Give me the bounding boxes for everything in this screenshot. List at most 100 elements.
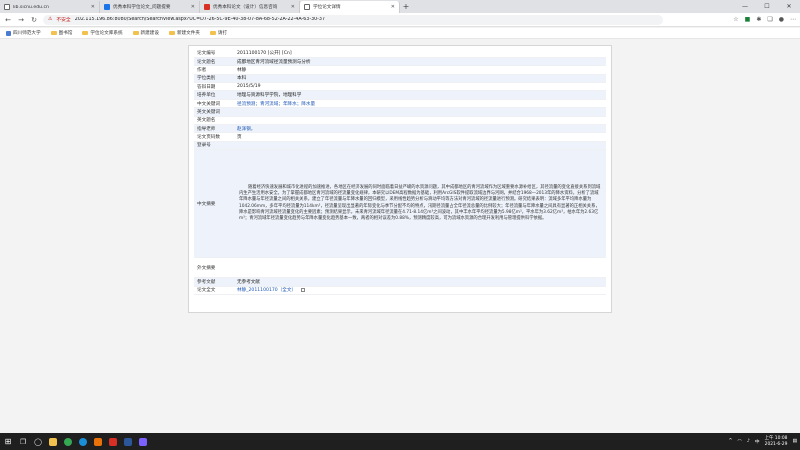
bookmark-item[interactable]: 学位论文库系统	[82, 30, 123, 36]
table-row: 参考文献 无参考文献	[194, 277, 606, 287]
site-icon	[204, 4, 210, 10]
folder-icon	[168, 30, 175, 36]
fulltext-cell: 林静_2011100170（全文）	[234, 286, 606, 295]
bookmark-item[interactable]: 图书馆	[50, 30, 72, 36]
url-field[interactable]: ⚠ 不安全 202.115.196.86:8080/Search/SearchV…	[43, 14, 663, 25]
puzzle-icon[interactable]: ✱	[756, 16, 761, 23]
bookmarks-bar: 四川师范大学 图书馆 学位论文库系统 新建建设 新建文件夹 请打	[0, 28, 800, 39]
window-controls: — ☐ ✕	[734, 0, 800, 13]
table-row: 学位类别 本科	[194, 74, 606, 84]
clock-date: 2021-6-29	[764, 441, 788, 447]
extension-icon[interactable]: ■	[745, 16, 751, 23]
bookmark-label: 请打	[217, 31, 228, 36]
browser-tab-2[interactable]: 优秀本科学位论文_问题提要 ✕	[100, 1, 200, 13]
warning-icon[interactable]: ⚠	[48, 17, 52, 22]
edge-icon[interactable]	[78, 437, 88, 447]
tab-label: 优秀本科学位论文_问题提要	[113, 5, 171, 10]
input-language[interactable]: 中	[755, 438, 760, 445]
field-label: 登录号	[194, 141, 234, 151]
minimize-icon[interactable]: —	[734, 0, 756, 13]
tab-label: 优秀本科论文（设计）信息咨询	[213, 5, 278, 10]
forward-icon[interactable]: →	[17, 16, 25, 24]
collections-icon[interactable]: ❏	[767, 16, 772, 23]
bookmark-label: 学位论文库系统	[90, 31, 123, 36]
bookmark-item[interactable]: 请打	[209, 30, 228, 36]
field-label: 英文关键词	[194, 107, 234, 117]
field-value: 林静	[234, 65, 606, 75]
field-value	[234, 107, 606, 117]
chinese-abstract-text: 随着经济快速发展和城市化进程的加速推进，各地区在经济发展的同时面临着日益严峻的水…	[239, 184, 601, 222]
site-icon	[6, 30, 11, 36]
close-icon[interactable]: ✕	[191, 4, 195, 10]
bookmark-item[interactable]: 新建文件夹	[168, 30, 200, 36]
document-icon	[304, 4, 310, 10]
bookmark-label: 新建建设	[140, 31, 159, 36]
app-icon[interactable]	[138, 437, 148, 447]
app-icon[interactable]	[93, 437, 103, 447]
table-row: 英文题名	[194, 116, 606, 126]
field-label: 英文题名	[194, 116, 234, 126]
field-label: 参考文献	[194, 277, 234, 287]
tab-label: lib.sicnu.edu.cn	[13, 4, 49, 10]
fulltext-link[interactable]: 林静_2011100170（全文）	[237, 288, 296, 293]
task-view-icon[interactable]: ❐	[18, 437, 28, 447]
field-label: 外文摘要	[194, 257, 234, 279]
table-row: 作者 林静	[194, 65, 606, 75]
table-row: 中文关键词 径流预测；青河流域；年降水；降水量	[194, 99, 606, 109]
browser-tab-1[interactable]: lib.sicnu.edu.cn ✕	[0, 1, 100, 13]
close-window-icon[interactable]: ✕	[778, 0, 800, 13]
field-label: 指导老师	[194, 124, 234, 134]
file-explorer-icon[interactable]	[48, 437, 58, 447]
table-row: 论文页码数 页	[194, 132, 606, 142]
chevron-up-icon[interactable]: ^	[729, 439, 733, 444]
field-value: 页	[234, 132, 606, 142]
folder-icon	[132, 30, 139, 36]
browser-tab-4[interactable]: 学位论文详情 ✕	[300, 1, 400, 13]
maximize-icon[interactable]: ☐	[756, 0, 778, 13]
field-label: 培养单位	[194, 90, 234, 100]
network-icon[interactable]: ◠	[738, 439, 742, 444]
clock[interactable]: 上午 10:08 2021-6-29	[765, 436, 788, 447]
field-value	[234, 257, 606, 279]
thesis-detail-table: 论文编号 2011100170 [公开] [Cn] 论文题名 成都地区青河流域径…	[194, 49, 606, 295]
table-row: 外文摘要	[194, 257, 606, 279]
field-value: 成都地区青河流域径流量预测与分析	[234, 57, 606, 67]
field-label: 论文全文	[194, 286, 234, 295]
bookmark-label: 四川师范大学	[13, 31, 41, 36]
bookmark-item[interactable]: 新建建设	[132, 30, 159, 36]
table-row: 指导老师 赵泽钢，	[194, 124, 606, 134]
table-row: 论文全文 林静_2011100170（全文）	[194, 286, 606, 295]
bookmark-item[interactable]: 四川师范大学	[6, 30, 41, 36]
search-icon[interactable]: ◯	[33, 437, 43, 447]
abstract-cell: 随着经济快速发展和城市化进程的加速推进，各地区在经济发展的同时面临着日益严峻的水…	[234, 149, 606, 259]
star-icon[interactable]: ☆	[733, 16, 738, 23]
field-value: 2015/5/19	[234, 82, 606, 92]
browser-tab-3[interactable]: 优秀本科论文（设计）信息咨询 ✕	[200, 1, 300, 13]
field-value	[234, 116, 606, 126]
chrome-icon[interactable]	[63, 437, 73, 447]
close-icon[interactable]: ✕	[91, 4, 95, 10]
windows-start-icon[interactable]: ⊞	[3, 437, 13, 447]
back-icon[interactable]: ←	[4, 16, 12, 24]
keyword-links[interactable]: 径流预测；青河流域；年降水；降水量	[234, 99, 606, 109]
word-icon[interactable]	[123, 437, 133, 447]
toolbar-extensions: ☆ ■ ✱ ❏ ● ⋯	[733, 16, 796, 23]
new-tab-button[interactable]: +	[400, 1, 412, 13]
advisor-link[interactable]: 赵泽钢，	[234, 124, 606, 134]
close-icon[interactable]: ✕	[291, 4, 295, 10]
reload-icon[interactable]: ↻	[30, 16, 38, 24]
tab-label: 学位论文详情	[313, 5, 341, 10]
volume-icon[interactable]: ♪	[747, 439, 750, 444]
folder-icon	[50, 30, 57, 36]
field-value	[234, 141, 606, 151]
thesis-detail-panel: 论文编号 2011100170 [公开] [Cn] 论文题名 成都地区青河流域径…	[188, 45, 612, 313]
app-icon[interactable]	[108, 437, 118, 447]
notification-icon[interactable]: ▤	[792, 439, 797, 444]
more-icon[interactable]: ⋯	[790, 16, 796, 23]
close-icon[interactable]: ✕	[391, 4, 395, 10]
profile-icon[interactable]: ●	[779, 16, 784, 23]
file-icon[interactable]	[300, 287, 305, 292]
field-label: 中文关键词	[194, 99, 234, 109]
bookmark-label: 新建文件夹	[176, 31, 200, 36]
folder-icon	[82, 30, 89, 36]
